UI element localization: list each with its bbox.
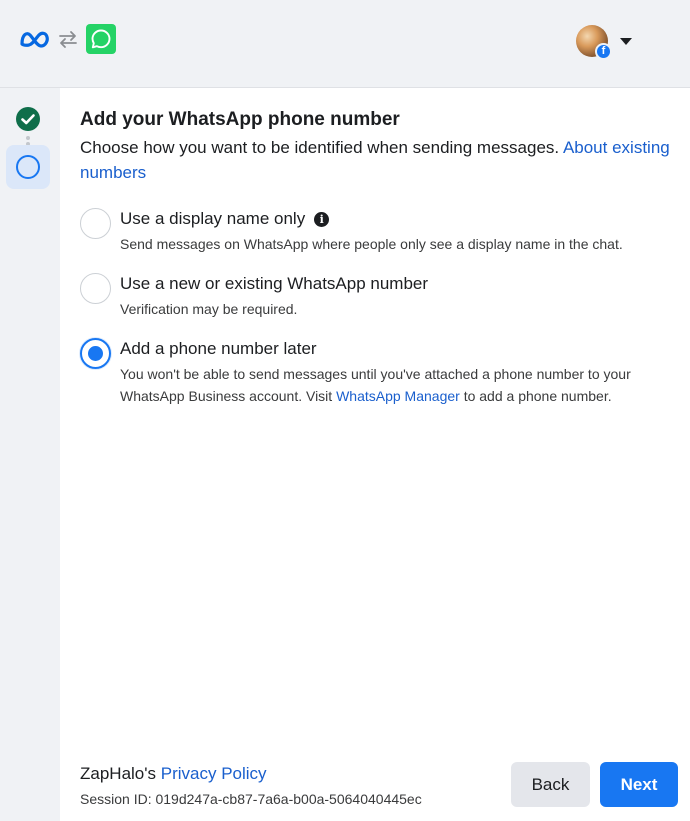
back-button[interactable]: Back <box>511 762 590 807</box>
avatar[interactable]: f <box>576 25 612 60</box>
option-description: You won't be able to send messages until… <box>120 363 670 407</box>
radio-add-number-later[interactable] <box>80 338 111 369</box>
meta-logo-icon <box>20 31 49 48</box>
whatsapp-manager-link[interactable]: WhatsApp Manager <box>336 388 460 404</box>
company-name: ZapHalo's <box>80 764 157 783</box>
step-current <box>6 145 50 189</box>
option-label-text: Add a phone number later <box>120 339 317 358</box>
account-menu[interactable]: f <box>576 24 646 60</box>
next-button[interactable]: Next <box>600 762 678 807</box>
option-label: Use a display name only i <box>120 208 670 230</box>
whatsapp-logo-icon <box>86 24 116 54</box>
main-content: Add your WhatsApp phone number Choose ho… <box>80 108 670 425</box>
facebook-badge-icon: f <box>595 43 612 60</box>
option-description: Verification may be required. <box>120 301 298 317</box>
option-display-name-only[interactable]: Use a display name only i Send messages … <box>80 208 670 255</box>
brand-logos <box>18 24 116 54</box>
option-label: Add a phone number later <box>120 338 670 360</box>
phone-number-options: Use a display name only i Send messages … <box>80 208 670 407</box>
option-description: Send messages on WhatsApp where people o… <box>120 236 623 252</box>
session-id: Session ID: 019d247a-cb87-7a6a-b00a-5064… <box>80 791 422 807</box>
swap-arrows-icon <box>59 31 77 48</box>
option-new-or-existing-number[interactable]: Use a new or existing WhatsApp number Ve… <box>80 273 670 320</box>
step-current-ring-icon <box>16 155 40 179</box>
chevron-down-icon[interactable] <box>620 37 632 45</box>
privacy-policy-link[interactable]: Privacy Policy <box>161 764 267 783</box>
page-subtitle: Choose how you want to be identified whe… <box>80 135 670 185</box>
footer-privacy-line: ZapHalo's Privacy Policy <box>80 762 422 786</box>
radio-display-name-only[interactable] <box>80 208 111 239</box>
radio-new-or-existing-number[interactable] <box>80 273 111 304</box>
option-label: Use a new or existing WhatsApp number <box>120 273 670 295</box>
footer-info: ZapHalo's Privacy Policy Session ID: 019… <box>80 762 422 810</box>
top-header: f <box>0 0 690 88</box>
option-label-text: Use a new or existing WhatsApp number <box>120 274 429 293</box>
info-icon[interactable]: i <box>314 211 330 227</box>
option-description-text-end: to add a phone number. <box>459 388 612 404</box>
progress-stepper <box>0 88 60 821</box>
step-completed-icon <box>16 107 40 131</box>
subtitle-text: Choose how you want to be identified whe… <box>80 138 563 157</box>
page-title: Add your WhatsApp phone number <box>80 109 400 130</box>
option-add-number-later[interactable]: Add a phone number later You won't be ab… <box>80 338 670 407</box>
option-label-text: Use a display name only <box>120 209 306 228</box>
